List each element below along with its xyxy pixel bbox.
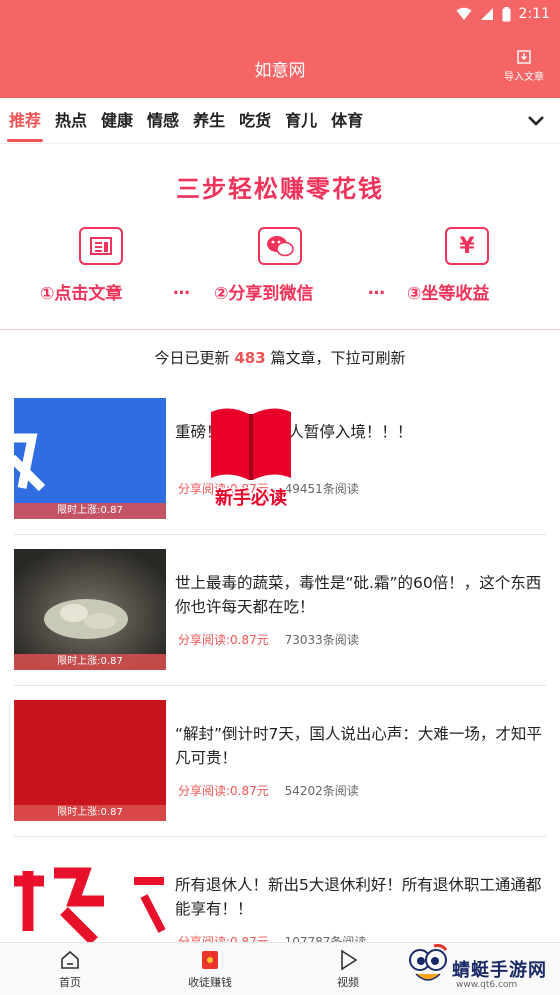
step-wait-earnings: ③坐等收益 [407, 284, 490, 304]
guide-label: 新手必读 [215, 488, 287, 509]
newbie-guide-button[interactable]: 新手必读 [205, 404, 297, 514]
import-article-button[interactable]: 导入文章 [500, 50, 548, 83]
play-icon [341, 949, 358, 971]
tab-emotion[interactable]: 情感 [147, 98, 179, 144]
nav-recruit-label: 收徒赚钱 [188, 976, 232, 989]
price-caption: 限时上涨:0.87 [14, 654, 166, 670]
nav-home[interactable]: 首页 [30, 949, 110, 990]
yuan-icon: ¥ [445, 227, 489, 265]
divider [14, 685, 546, 686]
battery-icon [502, 6, 511, 21]
price-caption: 限时上涨:0.87 [14, 805, 166, 821]
article-item[interactable]: 限时上涨:0.87 “解封”倒计时7天，国人说出心声：大难一场，才知平凡可贵！ … [14, 700, 546, 836]
chevron-down-icon[interactable] [526, 110, 546, 130]
tab-parenting[interactable]: 育儿 [285, 98, 317, 144]
step-separator: … [368, 279, 385, 299]
notice-suffix: 篇文章，下拉可刷新 [270, 349, 406, 367]
nav-recruit-earn[interactable]: 收徒赚钱 [170, 949, 250, 990]
watermark-text: 蜻蜓手游网 [452, 960, 547, 981]
price-caption: 限时上涨:0.87 [14, 503, 166, 519]
tab-health[interactable]: 健康 [101, 98, 133, 144]
wifi-icon [456, 7, 472, 20]
share-earnings: 分享阅读:0.87元 [178, 633, 269, 647]
import-icon [517, 50, 531, 64]
tab-food[interactable]: 吃货 [239, 98, 271, 144]
red-envelope-icon [202, 951, 218, 969]
article-icon [79, 227, 123, 265]
dragonfly-logo-icon [409, 944, 448, 981]
article-thumbnail: 限时上涨:0.87 [14, 700, 166, 821]
status-bar: 2:11 [456, 4, 550, 24]
divider [14, 836, 546, 837]
article-thumbnail: 限时上涨:0.87 [14, 549, 166, 670]
nav-video[interactable]: 视频 [308, 949, 388, 990]
step-separator: … [173, 279, 190, 299]
tab-sports[interactable]: 体育 [331, 98, 363, 144]
notice-prefix: 今日已更新 [154, 349, 230, 367]
watermark-url: www.qt6.com [456, 980, 518, 990]
read-count: 73033条阅读 [284, 633, 359, 647]
article-thumbnail: 限时上涨:0.87 [14, 398, 166, 519]
article-meta: 分享阅读:0.87元 54202条阅读 [178, 782, 359, 799]
category-tabs: 推荐 热点 健康 情感 养生 吃货 育儿 体育 [0, 98, 560, 144]
banner-title: 三步轻松赚零花钱 [176, 175, 384, 203]
book-icon [211, 408, 291, 480]
home-icon [61, 950, 79, 969]
nav-video-label: 视频 [337, 976, 359, 989]
article-meta: 分享阅读:0.87元 73033条阅读 [178, 631, 359, 648]
article-item[interactable]: 限时上涨:0.87 世上最毒的蔬菜，毒性是“砒.霜”的60倍！，这个东西你也许每… [14, 549, 546, 685]
nav-home-label: 首页 [59, 976, 81, 989]
site-watermark: 蜻蜓手游网 www.qt6.com [408, 944, 556, 994]
import-label: 导入文章 [504, 72, 544, 83]
article-thumbnail [14, 851, 166, 942]
article-title: 世上最毒的蔬菜，毒性是“砒.霜”的60倍！，这个东西你也许每天都在吃！ [175, 574, 542, 616]
share-earnings: 分享阅读:0.87元 [178, 784, 269, 798]
tab-recommend[interactable]: 推荐 [6, 98, 44, 144]
step-share-wechat: ②分享到微信 [214, 284, 314, 304]
signal-icon [480, 8, 493, 20]
tab-hot[interactable]: 热点 [55, 98, 87, 144]
status-time: 2:11 [518, 6, 550, 22]
article-count: 483 [234, 349, 266, 367]
divider [14, 534, 546, 535]
app-header: 2:11 如意网 导入文章 [0, 0, 560, 98]
article-title: “解封”倒计时7天，国人说出心声：大难一场，才知平凡可贵！ [175, 725, 542, 767]
step-click-article: ①点击文章 [40, 284, 123, 304]
wechat-icon [258, 227, 302, 265]
article-item[interactable]: 所有退休人！新出5大退休利好！所有退休职工通通都能享有！！ 分享阅读:0.87元… [14, 851, 546, 949]
article-title: 所有退休人！新出5大退休利好！所有退休职工通通都能享有！！ [175, 876, 542, 918]
update-notice: 今日已更新 483 篇文章，下拉可刷新 [0, 347, 560, 368]
app-title: 如意网 [254, 61, 306, 81]
earn-banner[interactable]: 三步轻松赚零花钱 ¥ ①点击文章 … ②分享到微信 … ③坐等收益 [0, 145, 560, 330]
read-count: 54202条阅读 [284, 784, 359, 798]
tab-wellness[interactable]: 养生 [193, 98, 225, 144]
